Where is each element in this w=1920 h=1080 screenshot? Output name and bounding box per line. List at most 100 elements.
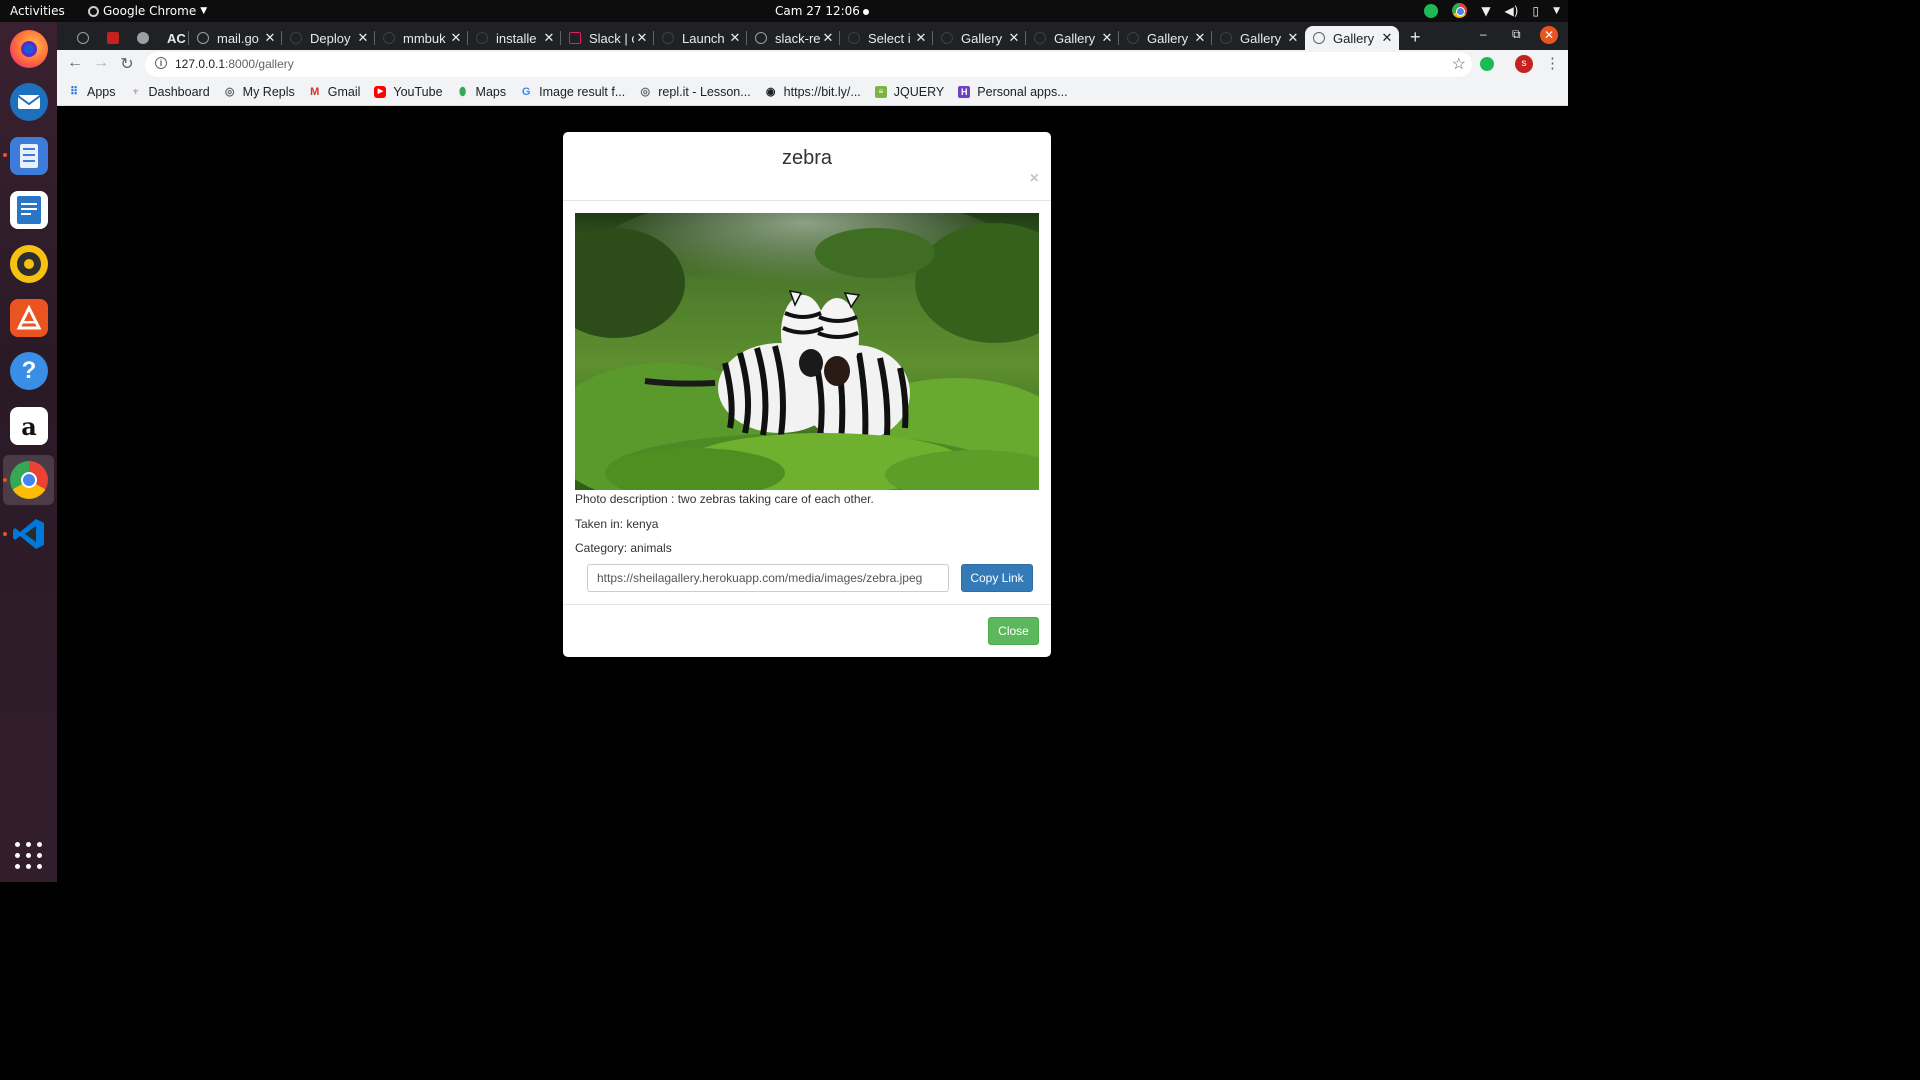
minimize-icon[interactable]: –: [1480, 27, 1487, 41]
tab[interactable]: installe ✕: [468, 26, 561, 50]
bookmark-image-result[interactable]: G Image result f...: [520, 85, 625, 99]
tab[interactable]: Gallery ✕: [1026, 26, 1119, 50]
clock-text: Cam 27 12:06: [775, 4, 860, 18]
libreoffice-writer-icon[interactable]: [10, 191, 48, 229]
tab-favicon-icon: [1034, 32, 1046, 44]
bookmark-bitly[interactable]: ◉ https://bit.ly/...: [765, 85, 861, 99]
tab-close-icon[interactable]: ✕: [913, 30, 929, 46]
tab-label: AC: [167, 30, 186, 46]
bookmark-apps[interactable]: ⠿ Apps: [68, 85, 116, 99]
extension-icon[interactable]: [1480, 57, 1494, 71]
tab-close-icon[interactable]: ✕: [541, 30, 557, 46]
firefox-icon[interactable]: [10, 30, 48, 68]
clock[interactable]: Cam 27 12:06: [775, 4, 869, 18]
bookmark-repl-lesson[interactable]: ◎ repl.it - Lesson...: [639, 85, 750, 99]
tab-close-icon[interactable]: ✕: [355, 30, 371, 46]
reload-icon[interactable]: ↻: [117, 54, 137, 74]
bookmark-label: YouTube: [393, 85, 443, 99]
bookmark-maps[interactable]: ⬮ Maps: [457, 85, 507, 99]
tab-favicon-icon: [383, 32, 395, 44]
chrome-icon[interactable]: [10, 461, 48, 499]
vscode-icon[interactable]: [10, 515, 48, 553]
tab[interactable]: Launch ✕: [654, 26, 747, 50]
tab-close-icon[interactable]: ✕: [1192, 30, 1208, 46]
tab[interactable]: Slack | c ✕: [561, 26, 654, 50]
site-info-icon[interactable]: i: [155, 57, 167, 69]
tab-close-icon[interactable]: ✕: [1006, 30, 1022, 46]
zebra-photo: [575, 213, 1039, 490]
copy-link-button[interactable]: Copy Link: [961, 564, 1033, 592]
tab-label: Gallery: [1240, 30, 1282, 46]
restore-icon[interactable]: ⧉: [1512, 27, 1521, 42]
app-menu[interactable]: Google Chrome ▼: [88, 4, 207, 18]
window-close-icon[interactable]: ✕: [1540, 26, 1558, 44]
forward-icon[interactable]: →: [91, 54, 111, 72]
photo-category: Category: animals: [575, 541, 672, 555]
files-icon[interactable]: [10, 137, 48, 175]
tab-close-icon[interactable]: ✕: [1379, 30, 1395, 46]
tab-close-icon[interactable]: ✕: [1099, 30, 1115, 46]
tab-close-icon[interactable]: ✕: [727, 30, 743, 46]
tab-close-icon[interactable]: ✕: [448, 30, 464, 46]
tab[interactable]: mail.go ✕: [189, 26, 282, 50]
new-tab-icon[interactable]: +: [1410, 27, 1421, 48]
bookmark-personal-apps[interactable]: H Personal apps...: [958, 85, 1068, 99]
ubuntu-software-icon[interactable]: [10, 299, 48, 337]
battery-icon[interactable]: ▯: [1532, 4, 1539, 18]
chrome-tray-icon[interactable]: [1452, 3, 1468, 18]
green-status-icon[interactable]: [1424, 3, 1439, 18]
bookmark-dashboard[interactable]: ♆ Dashboard: [130, 85, 209, 99]
tab[interactable]: Gallery ✕: [933, 26, 1026, 50]
tab-active[interactable]: Gallery ✕: [1305, 26, 1399, 50]
bookmark-jquery[interactable]: ≡ JQUERY: [874, 85, 944, 99]
back-icon[interactable]: ←: [65, 54, 85, 72]
chevron-down-icon[interactable]: ▼: [1553, 6, 1560, 16]
google-icon: G: [521, 86, 531, 98]
profile-avatar[interactable]: s: [1515, 55, 1533, 73]
tab-label: Select i: [868, 30, 911, 46]
bookmark-my-repls[interactable]: ◎ My Repls: [224, 85, 295, 99]
tab[interactable]: Deploy ✕: [282, 26, 375, 50]
bookmark-label: Maps: [475, 85, 507, 99]
repl-icon: ◎: [224, 86, 235, 98]
tab[interactable]: [129, 26, 159, 50]
rhythmbox-icon[interactable]: [10, 245, 48, 283]
bookmark-gmail[interactable]: M Gmail: [309, 85, 360, 99]
modal-title: zebra: [781, 147, 833, 169]
tab-label: Gallery: [961, 30, 1003, 46]
tab-close-icon[interactable]: ✕: [820, 30, 836, 46]
close-button[interactable]: Close: [988, 617, 1039, 645]
bookmark-star-icon[interactable]: ☆: [1452, 54, 1466, 74]
bookmarks-bar: ⠿ Apps ♆ Dashboard ◎ My Repls M Gmail ▶ YouTu…: [57, 79, 1568, 106]
address-bar[interactable]: i 127.0.0.1:8000/gallery ☆: [145, 52, 1472, 77]
chrome-menu-icon[interactable]: ⋮: [1545, 54, 1560, 72]
tab-close-icon[interactable]: ✕: [634, 30, 650, 46]
wifi-icon[interactable]: ▼: [1481, 4, 1490, 18]
bookmark-youtube[interactable]: ▶ YouTube: [374, 85, 443, 99]
tab[interactable]: Gallery ✕: [1212, 26, 1305, 50]
url-text[interactable]: 127.0.0.1:8000/gallery: [175, 57, 294, 71]
volume-icon[interactable]: ◀): [1505, 4, 1519, 18]
bookmark-label: repl.it - Lesson...: [658, 85, 751, 99]
modal-close-icon[interactable]: ×: [1030, 170, 1039, 188]
browser-toolbar: ← → ↻ i 127.0.0.1:8000/gallery ☆ s ⋮: [57, 50, 1568, 79]
tab[interactable]: [69, 26, 99, 50]
tab-close-icon[interactable]: ✕: [1285, 30, 1301, 46]
tab[interactable]: [99, 26, 129, 50]
tab[interactable]: mmbuk ✕: [375, 26, 468, 50]
activities-button[interactable]: Activities: [10, 4, 65, 18]
tab[interactable]: AC: [159, 26, 189, 50]
system-tray[interactable]: ▼ ◀) ▯ ▼: [1424, 3, 1560, 18]
image-link-input[interactable]: https://sheilagallery.herokuapp.com/medi…: [587, 564, 949, 592]
amazon-icon[interactable]: a: [10, 407, 48, 445]
tab[interactable]: Gallery ✕: [1119, 26, 1212, 50]
show-applications-icon[interactable]: [15, 842, 43, 870]
tab[interactable]: slack-re ✕: [747, 26, 840, 50]
help-icon[interactable]: ?: [10, 352, 48, 390]
thunderbird-icon[interactable]: [10, 83, 48, 121]
tab-label: Deploy: [310, 30, 351, 46]
tab[interactable]: Select i ✕: [840, 26, 933, 50]
jquery-icon: ≡: [874, 86, 887, 98]
tab-label: installe: [496, 30, 537, 46]
tab-close-icon[interactable]: ✕: [262, 30, 278, 46]
